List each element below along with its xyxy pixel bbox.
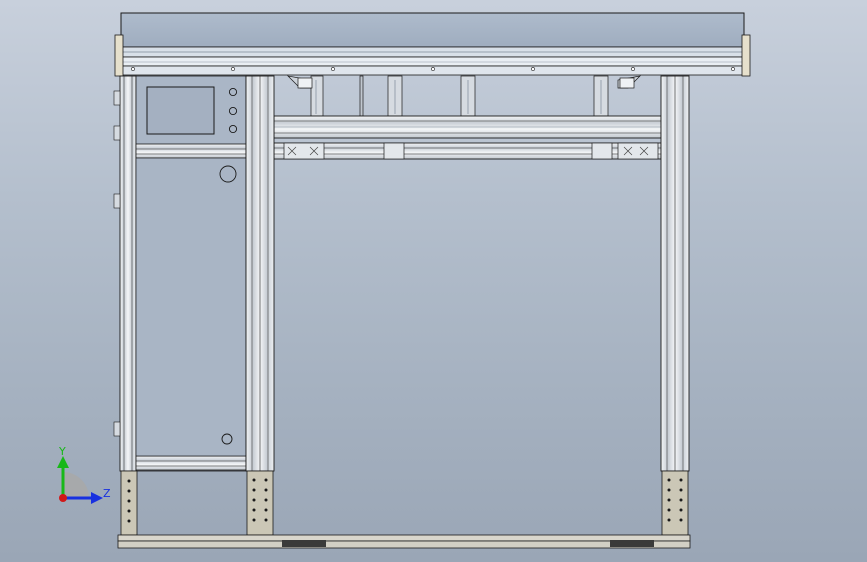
hmi-screen[interactable] xyxy=(146,86,215,135)
hanger-brackets xyxy=(286,75,642,117)
cad-viewport[interactable]: Y Z xyxy=(0,0,867,562)
coordinate-triad: Y Z xyxy=(57,445,111,504)
top-hood xyxy=(120,12,745,76)
base-plate xyxy=(117,534,691,549)
triad-y-label: Y xyxy=(58,445,66,458)
hood-end-cap-left xyxy=(114,34,124,77)
middle-post xyxy=(245,75,275,472)
hood-end-cap-right xyxy=(741,34,751,77)
foot-left xyxy=(120,470,138,536)
side-hinges xyxy=(113,90,121,437)
left-outer-post xyxy=(119,75,137,472)
right-post xyxy=(660,75,690,472)
foot-right xyxy=(661,470,689,536)
control-cabinet xyxy=(135,75,247,472)
triad-z-label: Z xyxy=(103,487,111,500)
foot-middle xyxy=(246,470,274,536)
crossbeam-upper xyxy=(273,115,662,139)
